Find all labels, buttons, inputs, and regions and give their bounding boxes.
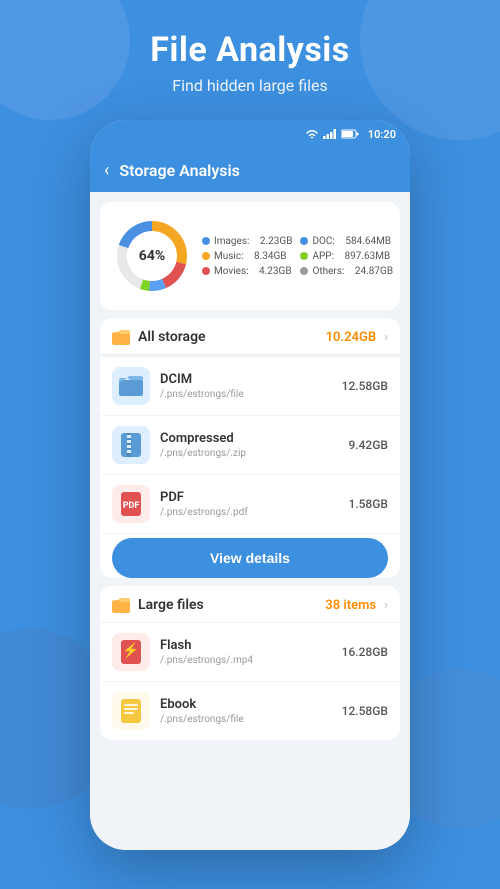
flash-path: /.pns/estrongs/.mp4 (160, 655, 332, 666)
legend-dot-app (300, 252, 308, 260)
legend-item-doc: DOC: 584.64MB (300, 236, 393, 247)
folder-icon (119, 375, 143, 397)
svg-text:PDF: PDF (123, 501, 140, 511)
compressed-size: 9.42GB (348, 438, 388, 452)
pdf-size: 1.58GB (348, 497, 388, 511)
svg-text:⚡: ⚡ (122, 642, 139, 659)
large-files-icon (112, 596, 130, 614)
legend-item-music: Music: 8.34GB (202, 251, 292, 262)
legend-label-app: APP: (312, 251, 334, 262)
legend-value-app: 897.63MB (345, 251, 391, 262)
zip-icon (120, 433, 142, 457)
all-storage-icon (112, 328, 130, 346)
legend-label-doc: DOC: (312, 236, 334, 247)
chart-card: 64% Images: 2.23GB DOC: 584.64MB Music: … (100, 202, 400, 310)
ebook-icon (120, 699, 142, 723)
back-button[interactable]: ‹ (104, 160, 109, 181)
legend-item-others: Others: 24.87GB (300, 266, 393, 277)
dcim-icon-box (112, 367, 150, 405)
header-section: File Analysis Find hidden large files (0, 30, 500, 95)
large-files-header[interactable]: Large files 38 items › (100, 586, 400, 623)
dcim-size: 12.58GB (342, 379, 388, 393)
legend-value-images: 2.23GB (260, 236, 293, 247)
chart-legend: Images: 2.23GB DOC: 584.64MB Music: 8.34… (202, 236, 393, 277)
battery-icon (341, 129, 359, 139)
large-files-count: 38 items (325, 598, 376, 613)
legend-value-music: 8.34GB (254, 251, 287, 262)
page-title: File Analysis (0, 30, 500, 70)
all-storage-file-list: DCIM /.pns/estrongs/file 12.58GB (100, 357, 400, 578)
large-files-chevron: › (384, 598, 388, 613)
ebook-path: /.pns/estrongs/file (160, 714, 332, 725)
phone-content: 64% Images: 2.23GB DOC: 584.64MB Music: … (90, 192, 410, 850)
nav-title: Storage Analysis (119, 161, 240, 180)
compressed-icon-box (112, 426, 150, 464)
legend-label-music: Music: (214, 251, 244, 262)
dcim-info: DCIM /.pns/estrongs/file (160, 372, 332, 400)
legend-label-images: Images: (214, 236, 249, 247)
pdf-name: PDF (160, 490, 338, 505)
pdf-path: /.pns/estrongs/.pdf (160, 507, 338, 518)
legend-dot-movies (202, 267, 210, 275)
legend-item-movies: Movies: 4.23GB (202, 266, 292, 277)
pdf-info: PDF /.pns/estrongs/.pdf (160, 490, 338, 518)
flash-name: Flash (160, 638, 332, 653)
flash-icon: ⚡ (120, 640, 142, 664)
legend-value-doc: 584.64MB (345, 236, 391, 247)
pdf-icon-box: PDF (112, 485, 150, 523)
flash-size: 16.28GB (342, 645, 388, 659)
file-item-compressed[interactable]: Compressed /.pns/estrongs/.zip 9.42GB (100, 416, 400, 475)
phone-mockup: 10:20 ‹ Storage Analysis (90, 120, 410, 850)
nav-bar: ‹ Storage Analysis (90, 148, 410, 192)
legend-label-movies: Movies: (214, 266, 249, 277)
dcim-path: /.pns/estrongs/file (160, 389, 332, 400)
legend-dot-images (202, 237, 210, 245)
donut-container: 64% (112, 216, 192, 296)
file-item-flash[interactable]: ⚡ Flash /.pns/estrongs/.mp4 16.28GB (100, 623, 400, 682)
all-storage-chevron: › (384, 330, 388, 345)
compressed-name: Compressed (160, 431, 338, 446)
file-item-ebook[interactable]: Ebook /.pns/estrongs/file 12.58GB (100, 682, 400, 740)
ebook-size: 12.58GB (342, 704, 388, 718)
compressed-info: Compressed /.pns/estrongs/.zip (160, 431, 338, 459)
legend-item-images: Images: 2.23GB (202, 236, 292, 247)
ebook-info: Ebook /.pns/estrongs/file (160, 697, 332, 725)
flash-info: Flash /.pns/estrongs/.mp4 (160, 638, 332, 666)
file-item-pdf[interactable]: PDF PDF /.pns/estrongs/.pdf 1.58GB (100, 475, 400, 534)
legend-item-app: APP: 897.63MB (300, 251, 393, 262)
large-files-title: Large files (138, 597, 317, 613)
status-bar: 10:20 (90, 120, 410, 148)
large-file-list: ⚡ Flash /.pns/estrongs/.mp4 16.28GB (100, 623, 400, 740)
large-files-section: Large files 38 items › ⚡ Flash / (100, 586, 400, 740)
dcim-name: DCIM (160, 372, 332, 387)
status-time: 10:20 (368, 128, 396, 141)
compressed-path: /.pns/estrongs/.zip (160, 448, 338, 459)
signal-icon (323, 129, 337, 139)
ebook-name: Ebook (160, 697, 332, 712)
legend-label-others: Others: (312, 266, 344, 277)
legend-dot-others (300, 267, 308, 275)
ebook-icon-box (112, 692, 150, 730)
donut-percent-label: 64% (139, 248, 165, 264)
all-storage-size: 10.24GB (326, 330, 377, 345)
wifi-icon (305, 129, 319, 139)
chart-inner: 64% Images: 2.23GB DOC: 584.64MB Music: … (112, 216, 388, 296)
legend-value-others: 24.87GB (355, 266, 393, 277)
pdf-icon: PDF (120, 492, 142, 516)
all-storage-title: All storage (138, 329, 318, 345)
legend-dot-music (202, 252, 210, 260)
status-icons (305, 129, 359, 139)
legend-value-movies: 4.23GB (259, 266, 292, 277)
file-item-dcim[interactable]: DCIM /.pns/estrongs/file 12.58GB (100, 357, 400, 416)
all-storage-header[interactable]: All storage 10.24GB › (100, 318, 400, 355)
flash-icon-box: ⚡ (112, 633, 150, 671)
view-details-button[interactable]: View details (112, 538, 388, 578)
page-subtitle: Find hidden large files (0, 76, 500, 95)
legend-dot-doc (300, 237, 308, 245)
